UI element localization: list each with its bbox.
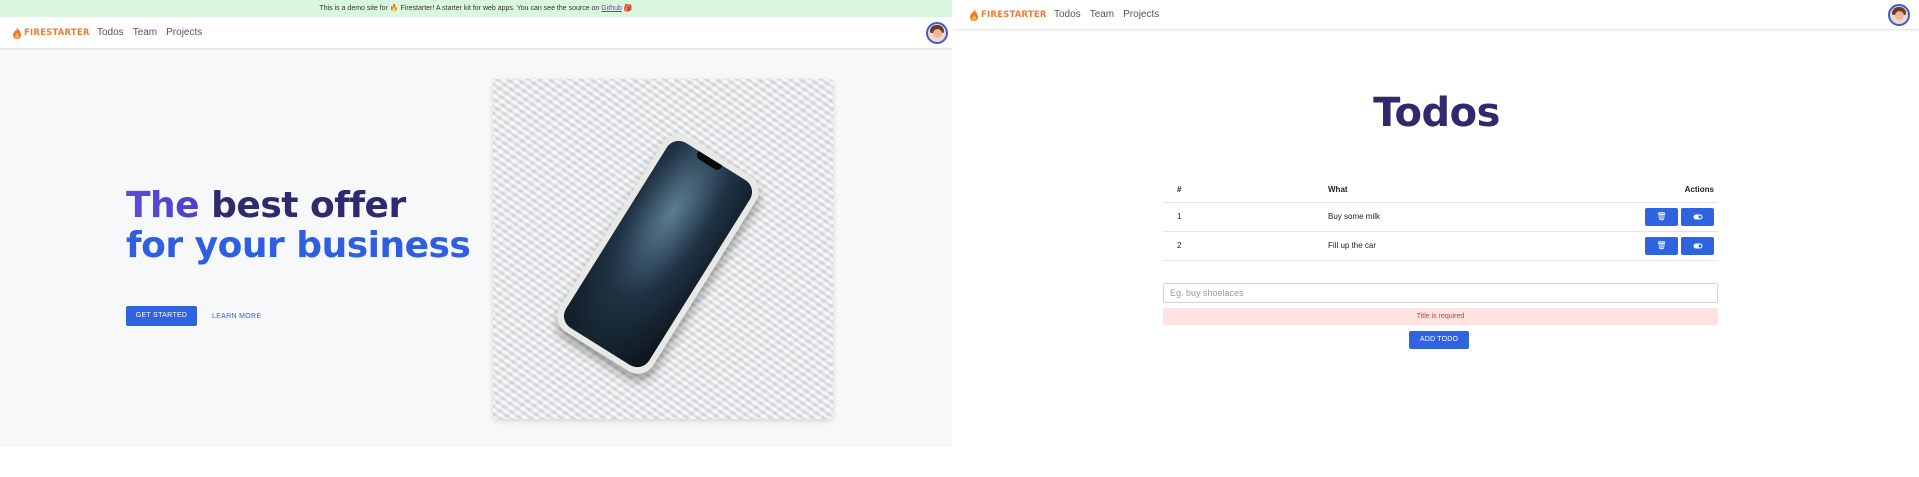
nav-link-projects[interactable]: Projects (1123, 9, 1159, 20)
hero-heading: The best offer for your business (126, 185, 471, 266)
nav-link-todos[interactable]: Todos (97, 27, 124, 38)
trash-icon: 🗑 (1656, 211, 1667, 221)
todo-text: Buy some milk (1223, 202, 1598, 232)
landing-page-pane: This is a demo site for 🔥 Firestarter! A… (0, 0, 952, 447)
nav-link-todos[interactable]: Todos (1054, 9, 1081, 20)
nav-link-team[interactable]: Team (1090, 9, 1114, 20)
toggle-button[interactable] (1681, 207, 1714, 226)
toggle-icon (1693, 214, 1702, 219)
new-todo-input[interactable] (1163, 283, 1718, 303)
hero-phone-image (493, 79, 833, 419)
nav-link-team[interactable]: Team (133, 27, 157, 38)
column-header-number: # (1163, 178, 1223, 203)
top-navbar-todos: FIRESTARTER Todos Team Projects (954, 0, 1919, 30)
get-started-button[interactable]: GET STARTED (126, 306, 197, 326)
hero-heading-part-1: The (126, 185, 212, 226)
banner-emoji: 🎒 (621, 5, 633, 12)
table-header-row: # What Actions (1163, 178, 1718, 203)
todos-page-pane: FIRESTARTER Todos Team Projects Todos # … (954, 0, 1919, 477)
todo-number: 2 (1163, 231, 1223, 261)
main-nav-todos: Todos Team Projects (1054, 9, 1159, 20)
delete-button[interactable]: 🗑 (1645, 236, 1678, 255)
column-header-actions: Actions (1598, 178, 1718, 203)
page-title: Todos (1373, 90, 1500, 136)
delete-button[interactable]: 🗑 (1645, 207, 1678, 226)
toggle-icon (1693, 243, 1702, 248)
flame-icon (970, 9, 978, 21)
flame-icon (13, 27, 21, 39)
add-todo-button[interactable]: ADD TODO (1409, 331, 1469, 349)
brand-logo[interactable]: FIRESTARTER (12, 27, 90, 39)
todo-text: Fill up the car (1223, 231, 1598, 261)
brand-name: FIRESTARTER (981, 10, 1047, 20)
main-nav: Todos Team Projects (97, 27, 202, 38)
avatar-face (933, 29, 942, 38)
learn-more-link[interactable]: LEARN MORE (212, 313, 261, 320)
brand-logo-todos[interactable]: FIRESTARTER (969, 9, 1047, 21)
github-link[interactable]: Github (601, 5, 622, 12)
column-header-what: What (1223, 178, 1598, 203)
trash-icon: 🗑 (1656, 240, 1667, 250)
brand-name: FIRESTARTER (24, 28, 90, 38)
banner-text: This is a demo site for 🔥 Firestarter! A… (319, 5, 602, 12)
top-navbar: FIRESTARTER Todos Team Projects (0, 17, 952, 49)
hero-heading-part-2: best offer (211, 185, 406, 226)
user-avatar[interactable] (926, 22, 948, 44)
hero-heading-line-2: for your business (126, 225, 471, 266)
todos-table: # What Actions 1 Buy some milk 🗑 2 Fill … (1163, 178, 1718, 261)
validation-error: Title is required (1163, 308, 1718, 325)
demo-banner: This is a demo site for 🔥 Firestarter! A… (0, 0, 952, 17)
nav-link-projects[interactable]: Projects (166, 27, 202, 38)
avatar-face (1895, 11, 1904, 20)
toggle-button[interactable] (1681, 236, 1714, 255)
user-avatar[interactable] (1888, 4, 1910, 26)
table-row: 1 Buy some milk 🗑 (1163, 202, 1718, 232)
todo-number: 1 (1163, 202, 1223, 232)
todo-actions: 🗑 (1598, 231, 1718, 261)
table-row: 2 Fill up the car 🗑 (1163, 231, 1718, 261)
todo-actions: 🗑 (1598, 202, 1718, 232)
